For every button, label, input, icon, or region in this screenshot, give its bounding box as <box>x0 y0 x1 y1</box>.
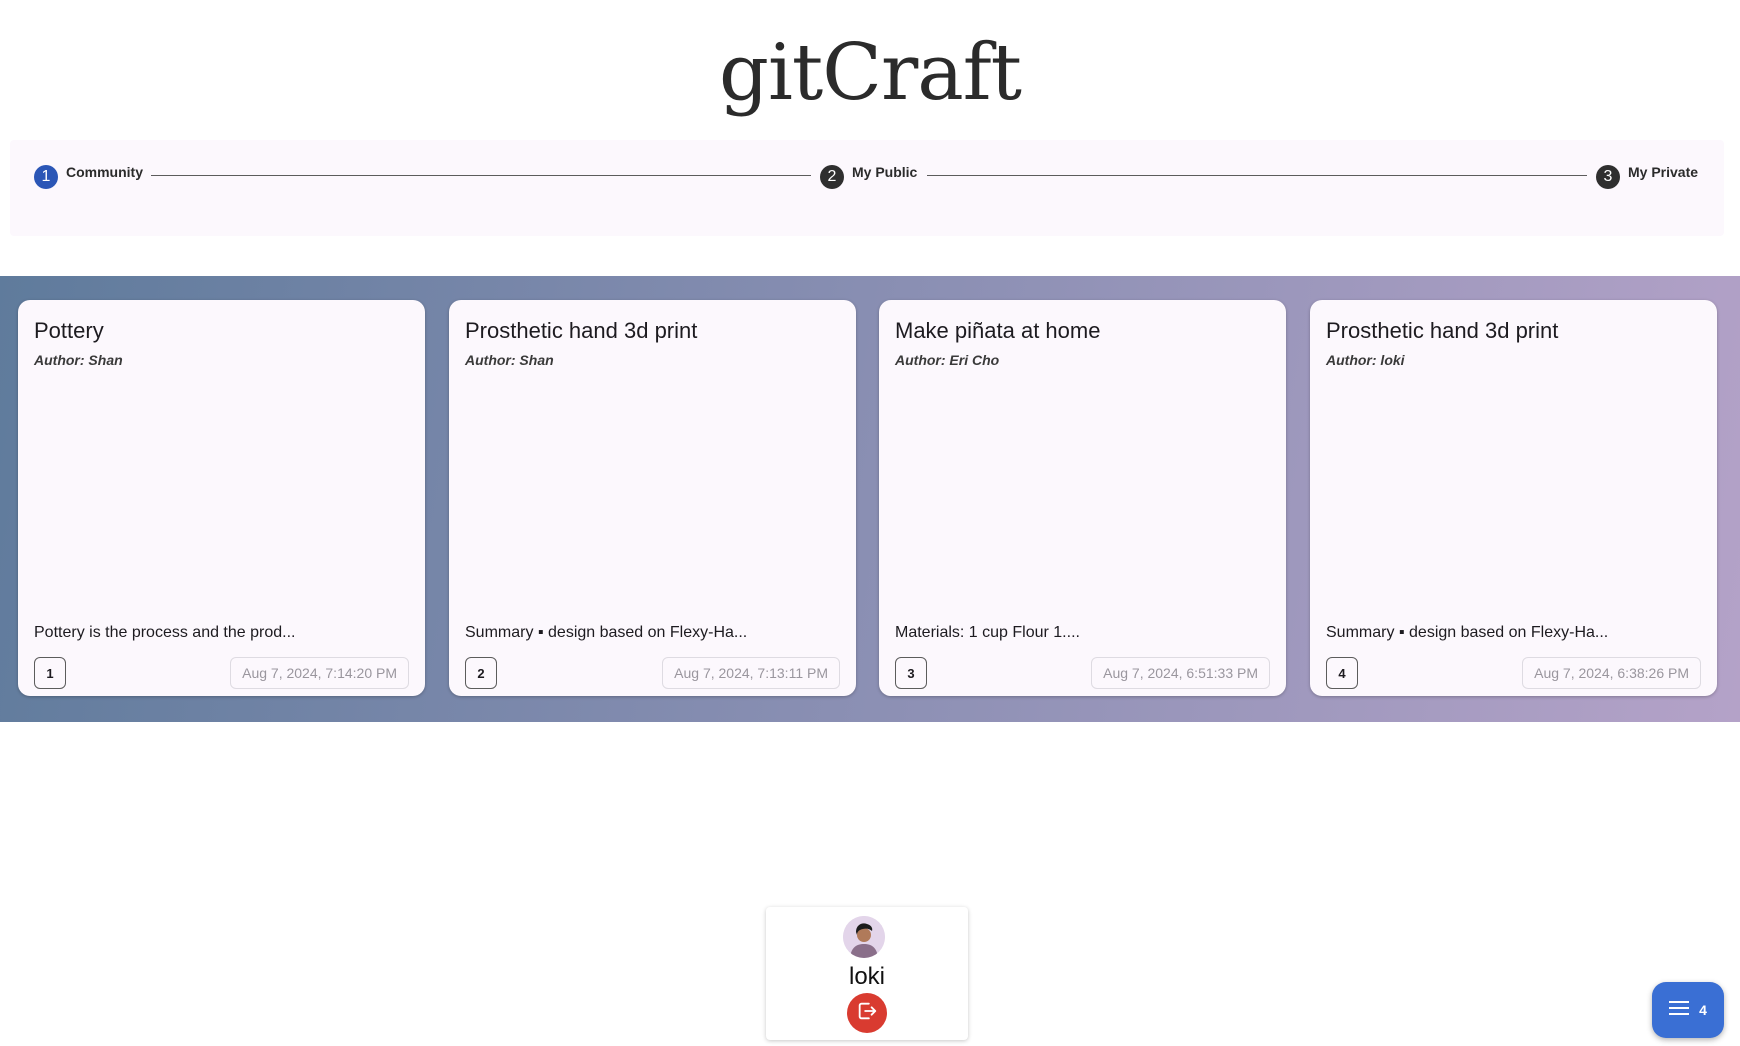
card-title: Pottery <box>34 318 104 343</box>
card-summary: Summary ▪ design based on Flexy-Ha... <box>1326 624 1609 641</box>
fab-count: 4 <box>1699 1002 1707 1018</box>
step-number: 2 <box>820 165 844 189</box>
card-date: Aug 7, 2024, 6:51:33 PM <box>1091 657 1270 689</box>
step-label: Community <box>66 164 143 180</box>
card-author: Author: loki <box>1326 352 1405 368</box>
user-card: loki <box>766 907 968 1040</box>
logout-button[interactable] <box>847 993 887 1033</box>
card-author: Author: Shan <box>465 352 554 368</box>
project-card[interactable]: Prosthetic hand 3d print Author: loki Su… <box>1310 300 1717 696</box>
step-label: My Private <box>1628 164 1699 180</box>
card-date: Aug 7, 2024, 7:13:11 PM <box>662 657 840 689</box>
project-carousel: Pottery Author: Shan Pottery is the proc… <box>0 276 1740 722</box>
card-date: Aug 7, 2024, 7:14:20 PM <box>230 657 409 689</box>
card-title: Prosthetic hand 3d print <box>1326 318 1559 343</box>
card-author: Author: Eri Cho <box>895 352 1000 368</box>
card-number-badge: 3 <box>895 657 927 689</box>
user-avatar <box>843 916 885 958</box>
menu-fab[interactable]: 4 <box>1652 982 1724 1038</box>
step-community[interactable]: 1 Community <box>34 162 143 189</box>
card-number-badge: 4 <box>1326 657 1358 689</box>
project-card[interactable]: Make piñata at home Author: Eri Cho Mate… <box>879 300 1286 696</box>
card-number-badge: 2 <box>465 657 497 689</box>
user-name: loki <box>848 963 885 990</box>
card-date: Aug 7, 2024, 6:38:26 PM <box>1522 657 1701 689</box>
card-title: Prosthetic hand 3d print <box>465 318 698 343</box>
step-label: My Public <box>852 164 918 180</box>
step-connector <box>927 175 1587 176</box>
card-author: Author: Shan <box>34 352 123 368</box>
step-connector <box>151 175 811 176</box>
step-number: 1 <box>34 165 58 189</box>
step-my-public[interactable]: 2 My Public <box>820 162 917 189</box>
step-my-private[interactable]: 3 My Private <box>1596 162 1698 189</box>
card-summary: Pottery is the process and the prod... <box>34 624 296 641</box>
card-title: Make piñata at home <box>895 318 1101 343</box>
stepper: 1 Community 2 My Public 3 My Private <box>10 140 1724 236</box>
logout-icon <box>856 1000 878 1027</box>
project-card[interactable]: Prosthetic hand 3d print Author: Shan Su… <box>449 300 856 696</box>
card-number-badge: 1 <box>34 657 66 689</box>
card-summary: Materials: 1 cup Flour 1.... <box>895 624 1080 641</box>
card-summary: Summary ▪ design based on Flexy-Ha... <box>465 624 748 641</box>
menu-icon <box>1669 1000 1690 1021</box>
app-logo: gitCraft <box>719 28 1022 118</box>
step-number: 3 <box>1596 165 1620 189</box>
project-card[interactable]: Pottery Author: Shan Pottery is the proc… <box>18 300 425 696</box>
